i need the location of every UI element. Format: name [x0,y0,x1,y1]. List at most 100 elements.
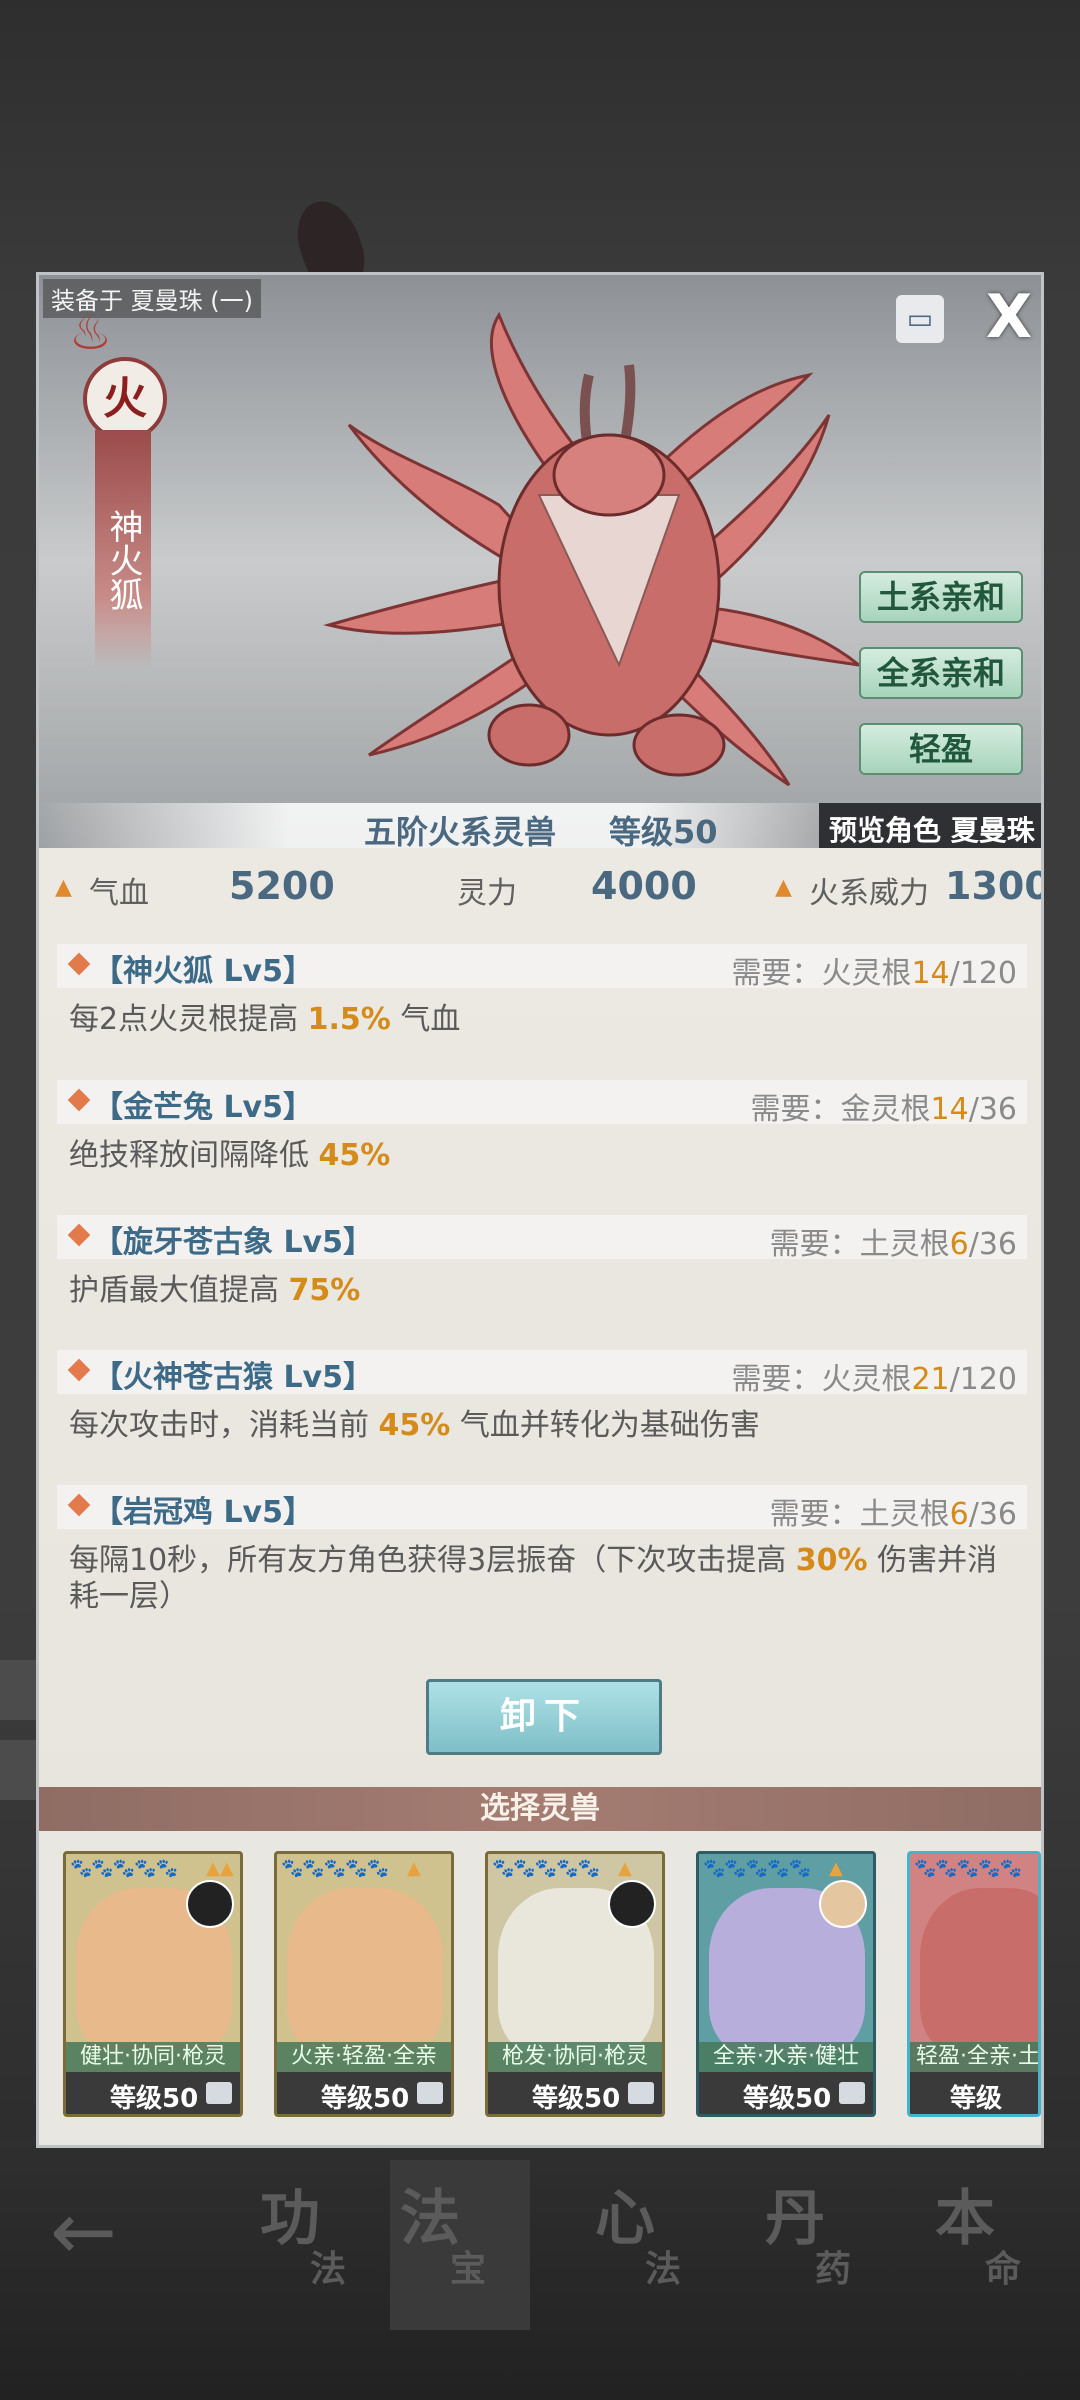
stat-value: 5200 [229,864,335,908]
skill-description: 护盾最大值提高 75% [69,1273,361,1308]
diamond-icon [67,1088,91,1112]
diamond-icon [67,952,91,976]
tab-gongfa[interactable]: 功 法 [250,2160,390,2330]
skill-requirement: 需要：火灵根14/120 [731,956,1017,991]
skill-name: 【金芒兔 Lv5】 [93,1090,313,1125]
beast-illustration [323,311,865,787]
card-level-bar: 等级50 [910,2072,1038,2114]
card-level: 等级50 [321,2084,410,2114]
tab-label-sub: 法 [645,2249,682,2290]
rank-triangle-icon: ▲ [618,1858,632,1879]
chest-icon[interactable]: ▭ [896,295,944,343]
beast-card[interactable]: 🐾🐾🐾🐾🐾 ▲ 火亲·轻盈·全亲 等级50 [274,1851,454,2117]
card-level-bar: 等级50 [66,2072,240,2114]
skill-header: 【金芒兔 Lv5】 需要：金灵根14/36 [57,1080,1027,1127]
bottom-nav [0,2140,1080,2400]
skill-requirement: 需要：火灵根21/120 [731,1362,1017,1397]
skill-name: 【岩冠鸡 Lv5】 [93,1495,313,1530]
card-traits: 火亲·轻盈·全亲 [277,2042,451,2072]
tab-danyao[interactable]: 丹 药 [755,2160,895,2330]
spirit-beast-dialog: 装备于 夏曼珠 (一) ▭ X ♨ 火 神火狐 土系亲和 全系亲和 轻盈 五阶火… [36,272,1044,2148]
beast-hero-panel: 装备于 夏曼珠 (一) ▭ X ♨ 火 神火狐 土系亲和 全系亲和 轻盈 五阶火… [39,275,1041,851]
skill-name: 【火神苍古猿 Lv5】 [93,1360,373,1395]
skill-name: 【旋牙苍古象 Lv5】 [93,1225,373,1260]
paw-rating-icon: 🐾🐾🐾🐾🐾 [492,1858,600,1879]
chest-icon [417,2082,443,2104]
card-traits: 全亲·水亲·健壮 [699,2042,873,2072]
trait-tag[interactable]: 轻盈 [859,723,1023,775]
rank-triangle-icon: ▲ [407,1858,421,1879]
background-edge-tab [0,1740,40,1800]
diamond-icon [67,1493,91,1517]
chest-icon [206,2082,232,2104]
skill-requirement: 需要：土灵根6/36 [769,1497,1017,1532]
rank-triangle-icon: ▲▲ [206,1858,234,1879]
tab-xinfa[interactable]: 心 法 [585,2160,725,2330]
beast-tier: 五阶火系灵兽 [364,813,557,851]
diamond-icon [67,1358,91,1382]
paw-rating-icon: 🐾🐾🐾🐾🐾 [281,1858,389,1879]
stat-value: 1300 [945,864,1044,908]
tab-benming[interactable]: 本 命 [925,2160,1065,2330]
beast-card-selected[interactable]: 🐾🐾🐾🐾🐾 轻盈·全亲·土 等级50 [907,1851,1041,2117]
beast-portrait [287,1888,443,2058]
card-level-bar: 等级50 [277,2072,451,2114]
diamond-icon [67,1223,91,1247]
flame-icon: ♨ [69,305,113,361]
element-badge: 火 [83,357,167,441]
preview-role-label: 预览角色 夏曼珠 [829,814,1035,847]
tab-label-sub: 药 [815,2249,852,2290]
stat-value: 4000 [591,864,697,908]
paw-rating-icon: 🐾🐾🐾🐾🐾 [70,1858,178,1879]
skill-description: 每次攻击时，消耗当前 45% 气血并转化为基础伤害 [69,1408,760,1443]
trait-tag[interactable]: 土系亲和 [859,571,1023,623]
skill-header: 【火神苍古猿 Lv5】 需要：火灵根21/120 [57,1350,1027,1397]
stat-label: 火系威力 [809,876,929,911]
paw-rating-icon: 🐾🐾🐾🐾🐾 [914,1858,1022,1879]
avatar [608,1880,656,1928]
beast-card[interactable]: 🐾🐾🐾🐾🐾 ▲▲ 健壮·协同·枪灵 等级50 [63,1851,243,2117]
card-traits: 枪发·协同·枪灵 [488,2042,662,2072]
unequip-button[interactable]: 卸下 [426,1679,662,1755]
beast-card[interactable]: 🐾🐾🐾🐾🐾 ▲ 枪发·协同·枪灵 等级50 [485,1851,665,2117]
background-edge-tab [0,1660,40,1720]
tab-label-sub: 法 [310,2249,347,2290]
card-level-bar: 等级50 [488,2072,662,2114]
tab-label-sub: 宝 [450,2249,487,2290]
skill-requirement: 需要：金灵根14/36 [750,1092,1017,1127]
card-traits: 健壮·协同·枪灵 [66,2042,240,2072]
skill-name: 【神火狐 Lv5】 [93,954,313,989]
skill-header: 【岩冠鸡 Lv5】 需要：土灵根6/36 [57,1485,1027,1532]
close-icon[interactable]: X [979,287,1039,347]
up-triangle-icon: ▲ [775,875,792,900]
chest-icon [839,2082,865,2104]
card-level: 等级50 [743,2084,832,2114]
avatar [819,1880,867,1928]
back-arrow-icon[interactable]: ← [50,2185,117,2278]
paw-rating-icon: 🐾🐾🐾🐾🐾 [703,1858,811,1879]
skill-description: 每隔10秒，所有友方角色获得3层振奋（下次攻击提高 30% 伤害并消耗一层） [69,1543,998,1614]
card-level-bar: 等级50 [699,2072,873,2114]
beast-portrait [920,1888,1038,2058]
beast-level: 等级50 [609,813,718,851]
stat-label: 气血 [89,876,149,911]
beast-card[interactable]: 🐾🐾🐾🐾🐾 ▲ 全亲·水亲·健壮 等级50 [696,1851,876,2117]
avatar [186,1880,234,1928]
rank-triangle-icon: ▲ [829,1858,843,1879]
tab-label-sub: 命 [985,2249,1022,2290]
stat-label: 灵力 [457,876,517,911]
card-level: 等级50 [532,2084,621,2114]
card-level: 等级50 [110,2084,199,2114]
skill-header: 【神火狐 Lv5】 需要：火灵根14/120 [57,944,1027,991]
skill-header: 【旋牙苍古象 Lv5】 需要：土灵根6/36 [57,1215,1027,1262]
chest-icon [628,2082,654,2104]
skill-description: 每2点火灵根提高 1.5% 气血 [69,1002,461,1037]
select-beast-title: 选择灵兽 [39,1787,1041,1831]
trait-tag[interactable]: 全系亲和 [859,647,1023,699]
card-traits: 轻盈·全亲·土 [910,2042,1038,2072]
skill-description: 绝技释放间隔降低 45% [69,1138,391,1173]
tab-fabao[interactable]: 法 宝 [390,2160,530,2330]
beast-name-banner: 神火狐 [95,430,151,670]
skill-requirement: 需要：土灵根6/36 [769,1227,1017,1262]
card-level: 等级50 [950,2084,1003,2114]
